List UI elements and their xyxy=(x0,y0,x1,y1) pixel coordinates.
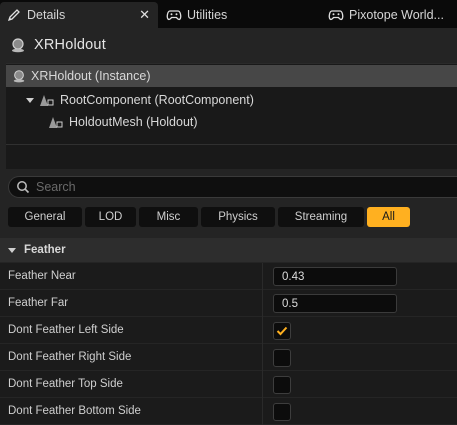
chevron-down-icon xyxy=(26,97,34,103)
chevron-down-icon xyxy=(8,247,16,253)
tree-item-label: RootComponent (RootComponent) xyxy=(60,93,254,107)
filter-misc[interactable]: Misc xyxy=(139,207,198,227)
search-input[interactable] xyxy=(36,180,416,194)
gamepad-icon xyxy=(166,7,182,23)
actor-icon xyxy=(12,69,26,83)
search-icon xyxy=(16,180,30,194)
actor-title: XRHoldout xyxy=(34,37,106,53)
dont-feather-right-checkbox[interactable] xyxy=(273,349,291,367)
tab-bar: Details ✕ Utilities Pixotope World... xyxy=(0,0,457,28)
dont-feather-left-checkbox[interactable] xyxy=(273,322,291,340)
filter-physics[interactable]: Physics xyxy=(201,207,275,227)
property-label: Dont Feather Left Side xyxy=(8,324,124,336)
close-icon[interactable]: ✕ xyxy=(139,7,150,23)
property-label: Dont Feather Bottom Side xyxy=(8,405,141,417)
column-divider[interactable] xyxy=(262,371,263,398)
property-label: Dont Feather Top Side xyxy=(8,378,123,390)
tree-item-label: HoldoutMesh (Holdout) xyxy=(69,115,198,129)
dont-feather-bottom-checkbox[interactable] xyxy=(273,403,291,421)
filter-general[interactable]: General xyxy=(8,207,82,227)
mesh-component-icon xyxy=(39,93,55,107)
tab-details-label: Details xyxy=(27,8,66,22)
tree-divider xyxy=(6,144,457,145)
tree-item-holdoutmesh[interactable]: HoldoutMesh (Holdout) xyxy=(48,111,198,133)
actor-header: XRHoldout xyxy=(10,35,106,55)
property-row-feather-far: Feather Far 0.5 xyxy=(0,290,457,317)
actor-icon xyxy=(10,37,26,53)
feather-far-field[interactable]: 0.5 xyxy=(273,294,397,313)
category-feather[interactable]: Feather xyxy=(0,238,457,262)
column-divider[interactable] xyxy=(262,398,263,425)
property-label: Dont Feather Right Side xyxy=(8,351,132,363)
tab-utilities[interactable]: Utilities xyxy=(166,2,316,28)
pencil-icon xyxy=(6,7,22,23)
filter-streaming[interactable]: Streaming xyxy=(278,207,364,227)
property-row-feather-near: Feather Near 0.43 xyxy=(0,263,457,290)
checkmark-icon xyxy=(276,326,288,336)
column-divider[interactable] xyxy=(262,263,263,290)
feather-near-field[interactable]: 0.43 xyxy=(273,267,397,286)
column-divider[interactable] xyxy=(262,290,263,317)
component-tree: XRHoldout (Instance) RootComponent (Root… xyxy=(6,63,457,169)
property-row-dont-feather-right: Dont Feather Right Side xyxy=(0,344,457,371)
tab-pixotope-world[interactable]: Pixotope World... xyxy=(328,2,457,28)
tab-pixotope-world-label: Pixotope World... xyxy=(349,8,444,22)
property-row-dont-feather-top: Dont Feather Top Side xyxy=(0,371,457,398)
tab-details[interactable]: Details ✕ xyxy=(0,2,158,28)
property-row-dont-feather-bottom: Dont Feather Bottom Side xyxy=(0,398,457,425)
tree-item-label: XRHoldout (Instance) xyxy=(31,69,151,83)
property-row-dont-feather-left: Dont Feather Left Side xyxy=(0,317,457,344)
column-divider[interactable] xyxy=(262,317,263,344)
property-label: Feather Near xyxy=(8,270,76,282)
tree-item-rootcomponent[interactable]: RootComponent (RootComponent) xyxy=(26,89,254,111)
filter-lod[interactable]: LOD xyxy=(85,207,136,227)
column-divider[interactable] xyxy=(262,344,263,371)
mesh-component-icon xyxy=(48,115,64,129)
dont-feather-top-checkbox[interactable] xyxy=(273,376,291,394)
filter-all[interactable]: All xyxy=(367,207,410,227)
category-title: Feather xyxy=(24,244,66,256)
tab-utilities-label: Utilities xyxy=(187,8,228,22)
search-bar[interactable] xyxy=(8,176,457,198)
tree-item-instance[interactable]: XRHoldout (Instance) xyxy=(6,65,457,87)
gamepad-icon xyxy=(328,7,344,23)
details-panel: XRHoldout XRHoldout (Instance) RootCompo… xyxy=(0,28,457,425)
property-label: Feather Far xyxy=(8,297,69,309)
